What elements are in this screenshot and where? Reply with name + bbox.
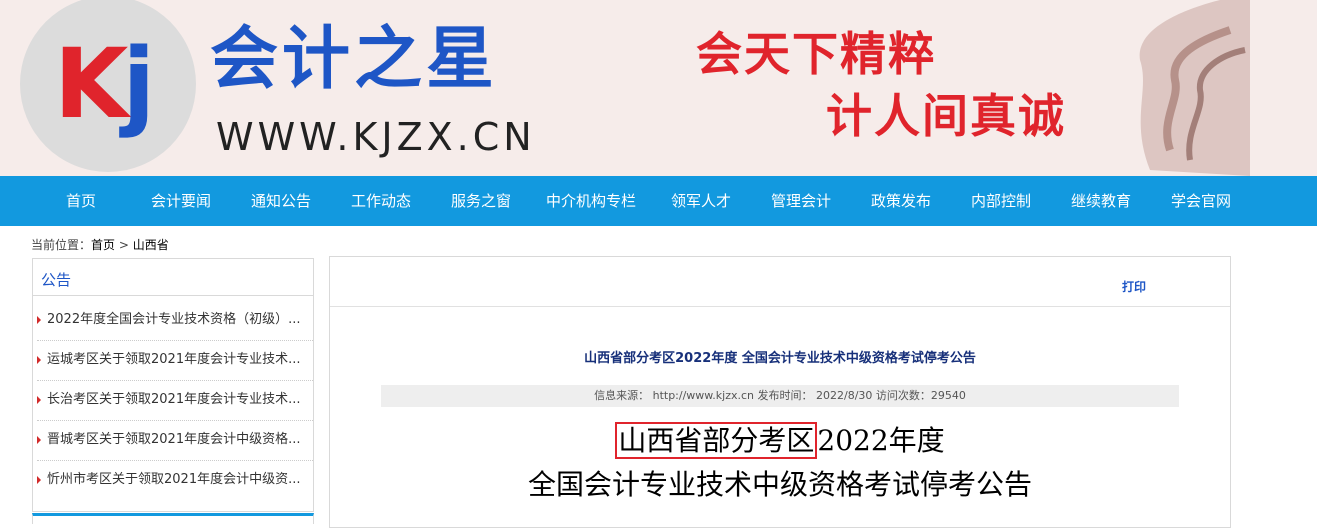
decorative-sculpture-icon	[1139, 0, 1250, 176]
breadcrumb-home-link[interactable]: 首页	[91, 238, 115, 252]
nav-item-leading-talent[interactable]: 领军人才	[662, 176, 740, 226]
slogan-line-2: 计人间真诚	[826, 89, 1066, 143]
print-button[interactable]: 打印	[1122, 278, 1146, 295]
article-panel: 打印 山西省部分考区2022年度 全国会计专业技术中级资格考试停考公告 信息来源…	[329, 256, 1231, 528]
sidebar-item-label[interactable]: 忻州市考区关于领取2021年度会计中级资...	[47, 472, 300, 487]
bullet-triangle-icon	[37, 355, 41, 364]
sidebar-item[interactable]: 晋城考区关于领取2021年度会计中级资格...	[37, 420, 313, 461]
nav-item-work-updates[interactable]: 工作动态	[342, 176, 420, 226]
site-name: 会计之星	[210, 20, 499, 99]
breadcrumb: 当前位置：首页 > 山西省	[31, 236, 169, 253]
nav-item-service-window[interactable]: 服务之窗	[442, 176, 520, 226]
slogan-line-1: 会天下精粹	[696, 27, 936, 81]
site-url: WWW.KJZX.CN	[216, 115, 536, 159]
nav-item-home[interactable]: 首页	[52, 176, 110, 226]
nav-item-internal-control[interactable]: 内部控制	[962, 176, 1040, 226]
sidebar-item[interactable]: 长治考区关于领取2021年度会计专业技术...	[37, 380, 313, 421]
bullet-triangle-icon	[37, 475, 41, 484]
highlighted-text: 山西省部分考区	[615, 422, 818, 459]
site-banner: Kj 会计之星 WWW.KJZX.CN 会天下精粹 计人间真诚	[0, 0, 1317, 176]
article-heading-line-2: 全国会计专业技术中级资格考试停考公告	[527, 468, 1032, 501]
nav-item-notices[interactable]: 通知公告	[242, 176, 320, 226]
nav-item-accounting-news[interactable]: 会计要闻	[142, 176, 220, 226]
sidebar-item[interactable]: 运城考区关于领取2021年度会计专业技术...	[37, 340, 313, 381]
bullet-triangle-icon	[37, 435, 41, 444]
article-title: 山西省部分考区2022年度 全国会计专业技术中级资格考试停考公告	[584, 351, 976, 366]
nav-item-policy-release[interactable]: 政策发布	[862, 176, 940, 226]
nav-item-continuing-education[interactable]: 继续教育	[1062, 176, 1140, 226]
breadcrumb-separator: >	[115, 238, 133, 252]
sidebar-item-label[interactable]: 晋城考区关于领取2021年度会计中级资格...	[47, 432, 300, 447]
sidebar-item-label[interactable]: 长治考区关于领取2021年度会计专业技术...	[47, 392, 300, 407]
nav-item-intermediary-column[interactable]: 中介机构专栏	[536, 176, 646, 226]
breadcrumb-prefix: 当前位置：	[31, 238, 92, 252]
logo-mark: Kj	[54, 28, 155, 140]
article-toolbar: 打印	[330, 257, 1230, 307]
sidebar-announcements: 公告 2022年度全国会计专业技术资格（初级）... 运城考区关于领取2021年…	[32, 258, 314, 512]
bullet-triangle-icon	[37, 395, 41, 404]
heading-year: 2022年度	[817, 424, 945, 457]
bullet-triangle-icon	[37, 315, 41, 324]
sidebar-item[interactable]: 忻州市考区关于领取2021年度会计中级资...	[37, 460, 313, 500]
nav-item-society-website[interactable]: 学会官网	[1162, 176, 1240, 226]
sidebar-next-panel	[32, 513, 314, 524]
nav-item-management-accounting[interactable]: 管理会计	[762, 176, 840, 226]
article-heading-line-1: 山西省部分考区 2022年度	[330, 421, 1230, 461]
sidebar-item[interactable]: 2022年度全国会计专业技术资格（初级）...	[37, 300, 313, 341]
sidebar-item-label[interactable]: 2022年度全国会计专业技术资格（初级）...	[47, 312, 300, 327]
sidebar-divider	[33, 295, 313, 296]
article-meta: 信息来源： http://www.kjzx.cn 发布时间： 2022/8/30…	[381, 385, 1179, 407]
main-nav: 首页 会计要闻 通知公告 工作动态 服务之窗 中介机构专栏 领军人才 管理会计 …	[0, 176, 1317, 226]
sidebar-item-label[interactable]: 运城考区关于领取2021年度会计专业技术...	[47, 352, 300, 367]
breadcrumb-current[interactable]: 山西省	[133, 238, 169, 252]
sidebar-title: 公告	[41, 271, 72, 289]
